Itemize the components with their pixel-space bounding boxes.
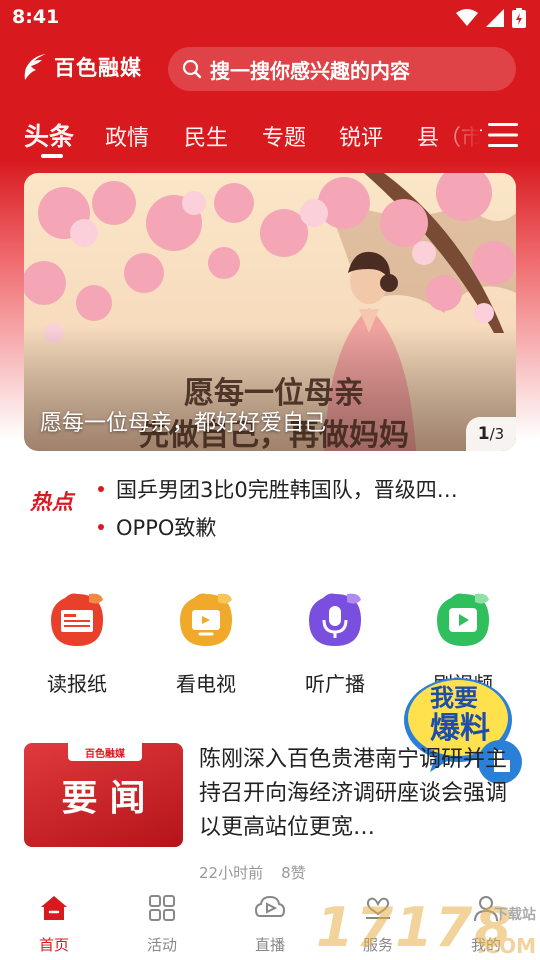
tv-icon (180, 593, 232, 646)
news-thumb-tag: 百色融媒 (68, 743, 142, 761)
hot-item-text: OPPO致歉 (116, 516, 217, 540)
banner-counter-current: 1 (477, 424, 490, 444)
search-placeholder: 搜一搜你感兴趣的内容 (210, 58, 410, 83)
banner-carousel[interactable]: 愿每一位母亲 先做自己，再做妈妈 愿每一位母亲，都好好爱自己 1 /3 (24, 173, 516, 451)
search-input[interactable]: 搜一搜你感兴趣的内容 (168, 47, 516, 91)
app-logo[interactable]: 百色融媒 (22, 52, 142, 82)
banner-caption: 愿每一位母亲，都好好爱自己 (40, 411, 327, 436)
quick-entry-radio[interactable]: 听广播 (280, 590, 390, 697)
home-icon (41, 896, 67, 920)
logo-text: 百色融媒 (54, 56, 142, 80)
news-thumb-title: 要闻 (61, 778, 158, 819)
status-time: 8:41 (12, 6, 60, 28)
menu-icon[interactable] (486, 118, 520, 152)
news-time: 22小时前 (199, 864, 264, 882)
report-badge-line2: 爆料 (430, 711, 490, 746)
category-tabs: 头条 政情 民生 专题 锐评 县（市 (0, 112, 540, 162)
status-bar: 8:41 (0, 0, 540, 36)
tab-fade (430, 112, 480, 162)
quick-entry-newspaper[interactable]: 读报纸 (22, 590, 132, 697)
news-likes: 8赞 (281, 864, 306, 882)
banner-counter: 1 /3 (466, 417, 516, 451)
wifi-icon (456, 9, 478, 26)
quick-entry-label: 看电视 (176, 672, 236, 696)
nav-label: 首页 (38, 936, 69, 954)
report-badge-line1: 我要 (430, 684, 478, 712)
live-play-icon (254, 895, 286, 917)
quick-entry-tv[interactable]: 看电视 (151, 590, 261, 697)
nav-home[interactable]: 首页 (0, 892, 108, 955)
nav-label: 直播 (254, 936, 285, 954)
hot-bullet (98, 524, 104, 530)
status-icons (456, 8, 526, 28)
tab-politics[interactable]: 政情 (105, 120, 149, 152)
news-meta: 22小时前 8赞 (199, 862, 306, 883)
watermark: 17178 下载站 .COM (316, 896, 540, 960)
watermark-sub: 下载站 (494, 907, 536, 923)
nav-activity[interactable]: 活动 (108, 892, 216, 955)
hot-item[interactable]: OPPO致歉 (98, 512, 216, 542)
watermark-domain: .COM (476, 934, 536, 958)
nav-label: 活动 (146, 936, 177, 954)
tab-commentary[interactable]: 锐评 (339, 120, 383, 152)
banner-counter-total: /3 (489, 425, 505, 443)
grid-icon (149, 895, 175, 921)
quick-entry-label: 听广播 (305, 672, 365, 696)
news-title[interactable]: 陈刚深入百色贵港南宁调研并主持召开向海经济调研座谈会强调 以更高站位更宽… (199, 743, 511, 845)
logo-mark-icon (24, 54, 46, 80)
battery-icon (512, 8, 526, 28)
microphone-icon (309, 593, 361, 646)
cell-signal-icon (486, 9, 504, 27)
hot-bullet (98, 486, 104, 492)
newspaper-icon (51, 593, 103, 646)
hot-item-text: 国乒男团3比0完胜韩国队，晋级四… (116, 478, 458, 502)
tab-headline[interactable]: 头条 (24, 117, 74, 153)
hot-label: 热点 (30, 490, 74, 514)
video-play-icon (437, 593, 489, 646)
news-thumbnail[interactable]: 百色融媒 要闻 (24, 743, 183, 847)
hot-item[interactable]: 国乒男团3比0完胜韩国队，晋级四… (98, 474, 458, 504)
search-icon (182, 59, 202, 79)
nav-live[interactable]: 直播 (216, 892, 324, 955)
tab-livelihood[interactable]: 民生 (184, 120, 228, 152)
active-tab-indicator (41, 154, 63, 158)
quick-entry-label: 读报纸 (47, 672, 107, 696)
tab-topics[interactable]: 专题 (262, 120, 306, 152)
